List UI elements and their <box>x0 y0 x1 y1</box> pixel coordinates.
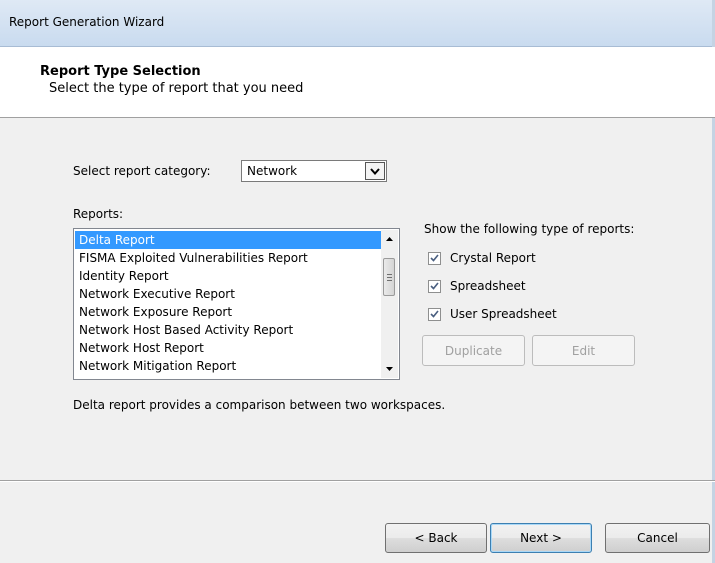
checkbox-label: User Spreadsheet <box>450 307 557 321</box>
list-item[interactable]: Delta Report <box>75 231 381 249</box>
category-select[interactable]: Network <box>241 160 387 182</box>
user-spreadsheet-checkbox[interactable]: User Spreadsheet <box>428 306 557 322</box>
crystal-report-checkbox[interactable]: Crystal Report <box>428 250 536 266</box>
chevron-down-icon <box>370 167 380 175</box>
footer-divider <box>0 480 715 482</box>
wizard-header: Report Type Selection Select the type of… <box>0 47 715 118</box>
checkbox-label: Crystal Report <box>450 251 536 265</box>
page-subtitle: Select the type of report that you need <box>49 81 304 96</box>
reports-list[interactable]: Delta Report FISMA Exploited Vulnerabili… <box>73 228 400 380</box>
reports-label: Reports: <box>73 207 124 221</box>
list-item[interactable]: Identity Report <box>75 267 381 285</box>
list-scrollbar[interactable] <box>381 230 398 378</box>
spreadsheet-checkbox[interactable]: Spreadsheet <box>428 278 526 294</box>
checkbox[interactable] <box>428 279 441 293</box>
back-button[interactable]: < Back <box>385 523 487 553</box>
scroll-up-button[interactable] <box>381 232 398 246</box>
scroll-thumb[interactable] <box>383 258 395 296</box>
list-item[interactable]: Network Host Report <box>75 339 381 357</box>
category-label: Select report category: <box>73 164 211 178</box>
list-item[interactable]: FISMA Exploited Vulnerabilities Report <box>75 249 381 267</box>
arrow-up-icon <box>386 237 393 241</box>
duplicate-button[interactable]: Duplicate <box>422 335 525 366</box>
report-description: Delta report provides a comparison betwe… <box>73 398 446 412</box>
edit-button[interactable]: Edit <box>532 335 635 366</box>
checkbox-label: Spreadsheet <box>450 279 526 293</box>
checkbox[interactable] <box>428 251 441 265</box>
arrow-down-icon <box>386 367 393 371</box>
checkmark-icon <box>430 254 439 262</box>
window-title: Report Generation Wizard <box>9 15 165 29</box>
category-value: Network <box>247 164 298 178</box>
dropdown-button[interactable] <box>365 162 385 180</box>
checkmark-icon <box>430 310 439 318</box>
next-button[interactable]: Next > <box>490 523 592 553</box>
filters-label: Show the following type of reports: <box>424 222 635 236</box>
title-bar: Report Generation Wizard <box>0 0 715 47</box>
list-item[interactable]: Network Mitigation Report <box>75 357 381 375</box>
checkmark-icon <box>430 282 439 290</box>
scroll-down-button[interactable] <box>381 362 398 376</box>
list-item[interactable]: Network Executive Report <box>75 285 381 303</box>
list-item[interactable]: Network Host Based Activity Report <box>75 321 381 339</box>
checkbox[interactable] <box>428 307 441 321</box>
list-item[interactable]: Network Exposure Report <box>75 303 381 321</box>
cancel-button[interactable]: Cancel <box>605 523 710 553</box>
page-title: Report Type Selection <box>40 64 201 79</box>
